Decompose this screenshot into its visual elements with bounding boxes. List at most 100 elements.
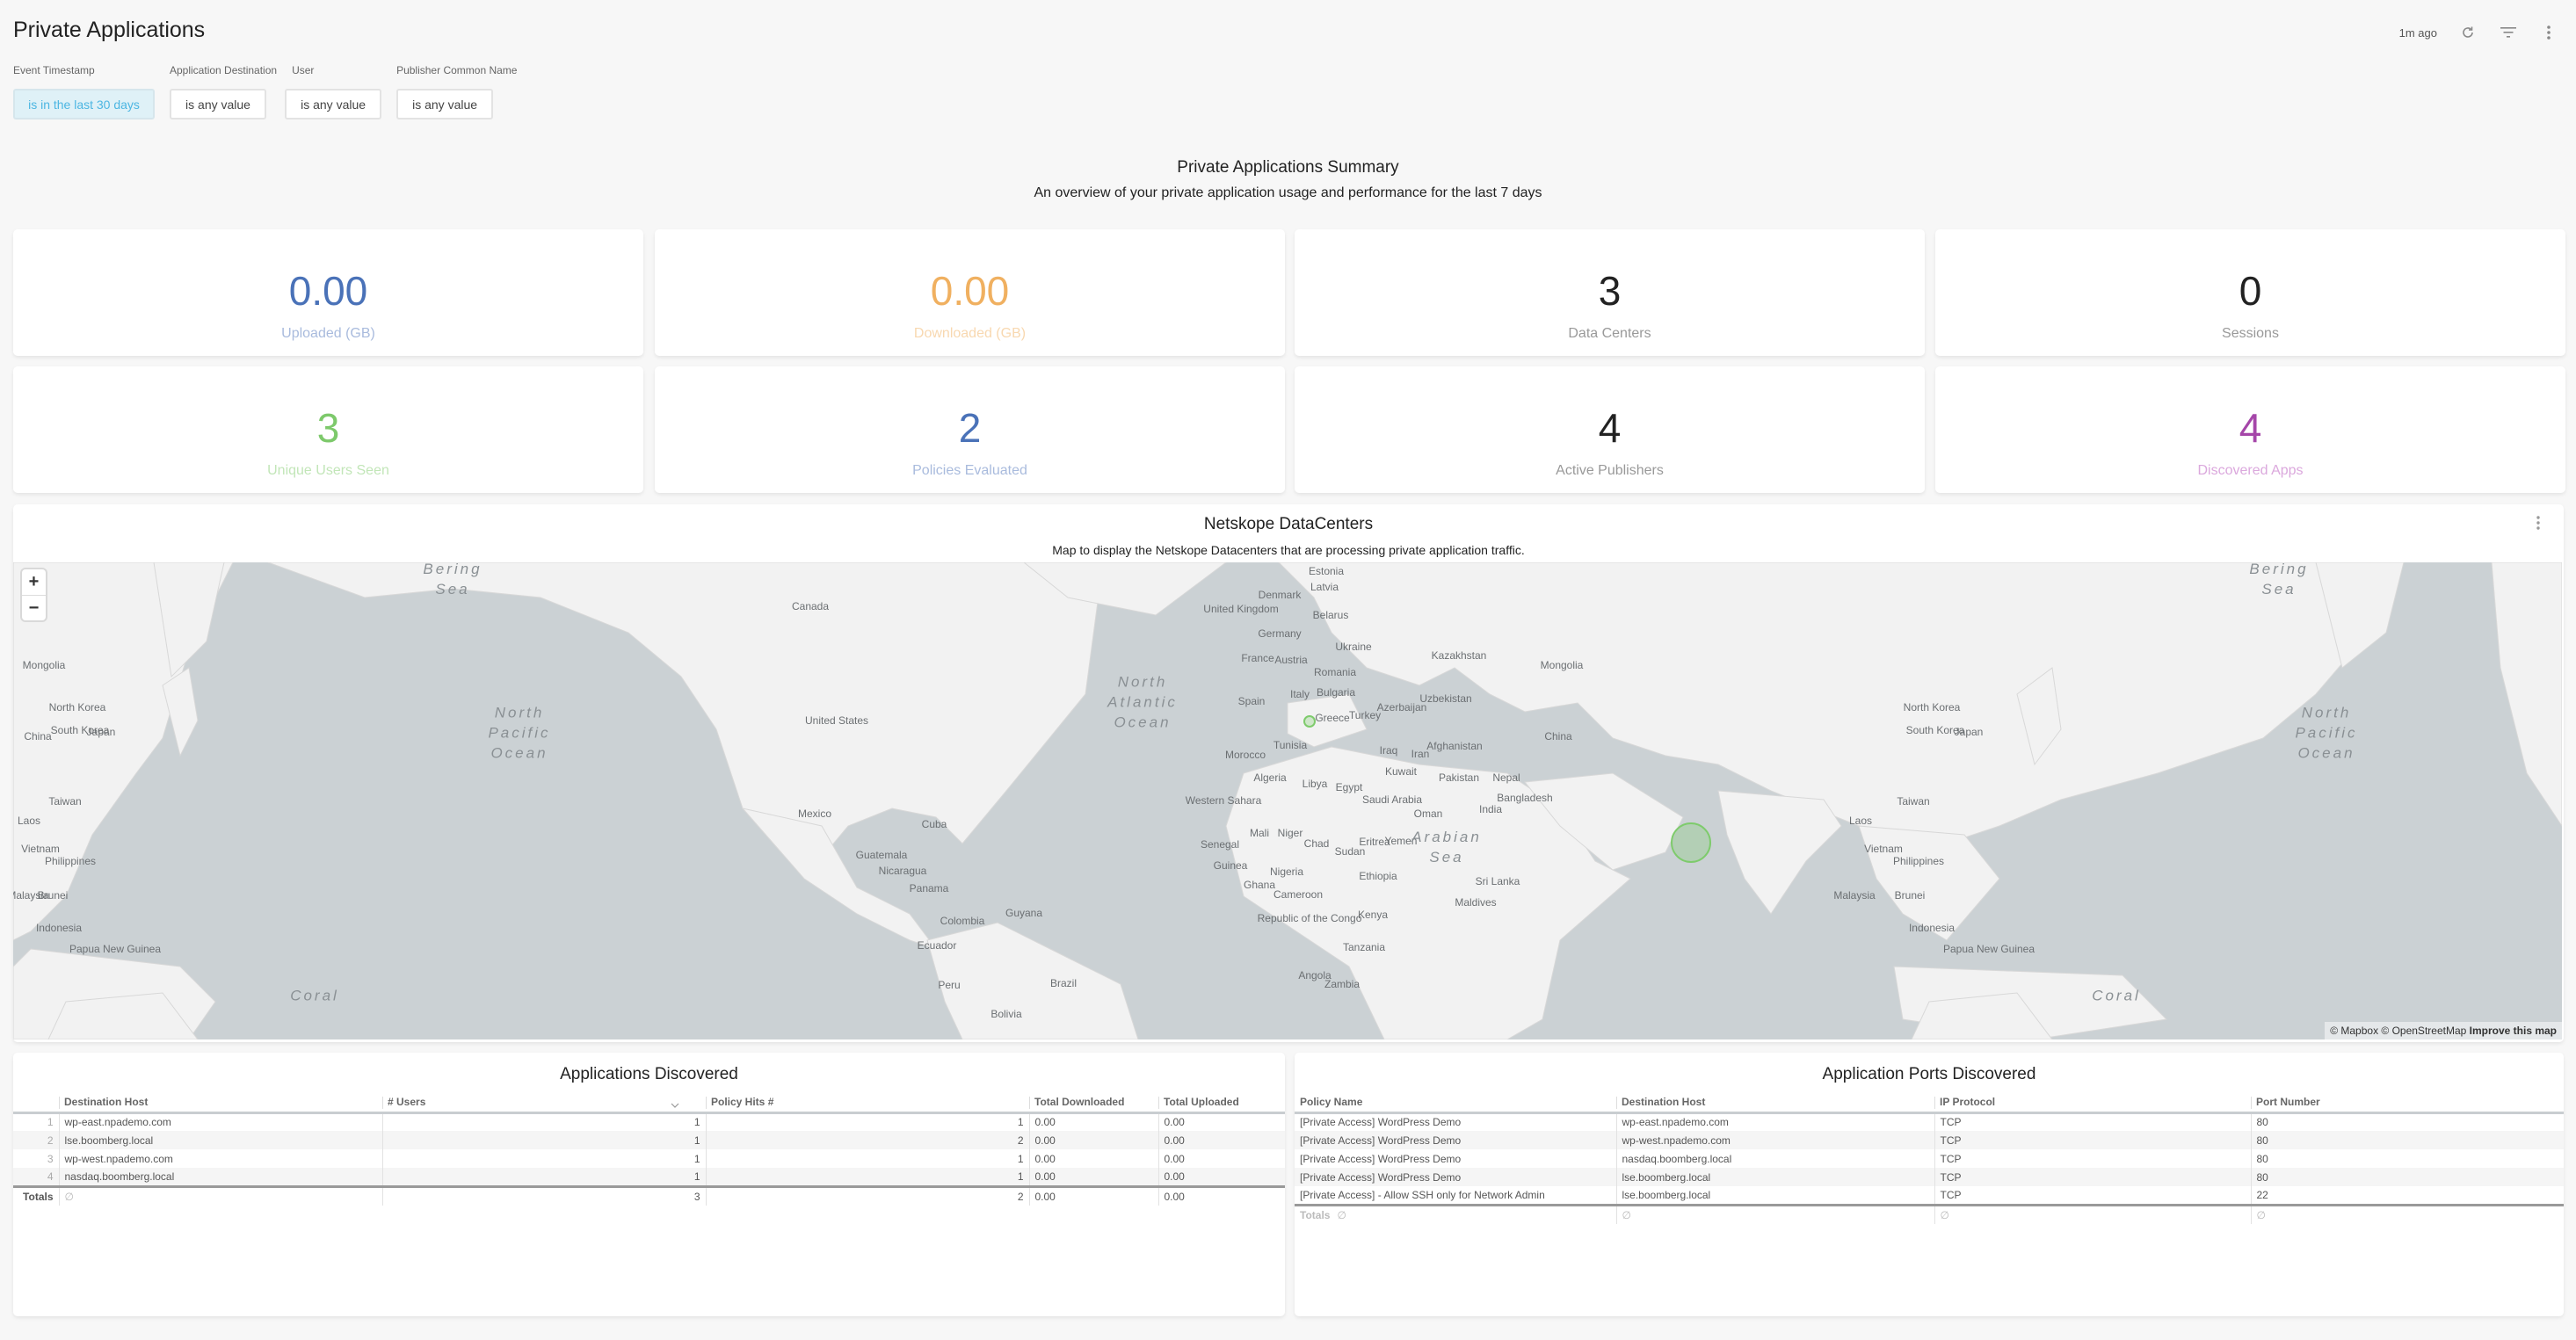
ports-table: Policy Name Destination Host IP Protocol… [1295,1093,2564,1224]
map-label-country: Cameroon [1273,887,1324,901]
row-index: 2 [13,1131,59,1149]
map-label-country: Brunei [1894,888,1926,902]
column-header-port-number[interactable]: Port Number [2251,1093,2564,1114]
map-label-country: Tunisia [1273,738,1308,751]
map-label-country: Bulgaria [1316,685,1356,699]
totals-total-downloaded: 0.00 [1028,1184,1158,1206]
kpi-value: 0.00 [930,268,1010,314]
column-header-total-downloaded[interactable]: Total Downloaded [1029,1093,1158,1114]
map-label-country: Saudi Arabia [1361,793,1423,806]
table-row[interactable]: [Private Access] WordPress Demo lse.boomb… [1295,1168,2564,1186]
more-vertical-icon[interactable] [2539,23,2558,42]
column-header-policy-name[interactable]: Policy Name [1295,1093,1616,1114]
more-vertical-icon[interactable] [2536,515,2546,536]
map-label-country: Taiwan [48,794,82,808]
land-north-america-east [2491,562,2562,827]
column-header-ip-protocol[interactable]: IP Protocol [1934,1093,2251,1114]
kpi-tile-data-centers[interactable]: 3 Data Centers [1295,229,1925,356]
map-label-country: Senegal [1200,837,1240,851]
table-row[interactable]: 4 nasdaq.boomberg.local 1 1 0.00 0.00 [13,1168,1285,1186]
kpi-tile-policies-evaluated[interactable]: 2 Policies Evaluated [655,366,1285,493]
map-label-country: Mexico [797,807,832,820]
column-header-users[interactable]: # Users [382,1093,706,1114]
map-label-country: Pakistan [1438,771,1480,784]
table-row[interactable]: [Private Access] - Allow SSH only for Ne… [1295,1186,2564,1205]
cell-total-downloaded: 0.00 [1028,1112,1158,1131]
map-label-country: Latvia [1310,580,1339,593]
ports-table-title: Application Ports Discovered [1822,1065,2036,1083]
kpi-label: Policies Evaluated [912,463,1027,478]
map-label-country: Denmark [1258,588,1302,601]
sort-descending-icon[interactable] [671,1098,679,1111]
cell-port-number: 22 [2250,1186,2564,1205]
dashboard-page: Private Applications 1m ago Event Timest… [0,0,2576,1340]
table-row[interactable]: [Private Access] WordPress Demo wp-west.n… [1295,1131,2564,1149]
totals-label: Totals [1300,1208,1331,1221]
column-header-destination-host[interactable]: Destination Host [1616,1093,1934,1114]
map-label-country: Panama [909,881,949,895]
filter-application-destination: Application Destination is any value [170,64,277,120]
map-label-country: Guyana [1005,906,1043,919]
column-header-total-uploaded[interactable]: Total Uploaded [1158,1093,1285,1114]
cell-total-downloaded: 0.00 [1028,1131,1158,1149]
kpi-tile-unique-users[interactable]: 3 Unique Users Seen [13,366,643,493]
table-row[interactable]: 3 wp-west.npademo.com 1 1 0.00 0.00 [13,1149,1285,1168]
cell-total-downloaded: 0.00 [1028,1168,1158,1186]
kpi-tile-uploaded[interactable]: 0.00 Uploaded (GB) [13,229,643,356]
table-row[interactable]: [Private Access] WordPress Demo wp-east.n… [1295,1112,2564,1131]
map-label-country: Philippines [44,854,97,867]
totals-port-number: ∅ [2250,1203,2564,1224]
kpi-tile-downloaded[interactable]: 0.00 Downloaded (GB) [655,229,1285,356]
applications-discovered-panel: Applications Discovered Destination Host… [13,1053,1285,1316]
map-label-country: Bolivia [990,1007,1022,1020]
map-label-country: Egypt [1335,780,1363,793]
datacenter-marker-spain[interactable] [1303,715,1316,728]
map-label-country: Mali [1249,826,1270,839]
filter-icon[interactable] [2499,23,2518,42]
filter-value-button[interactable]: is any value [170,89,266,120]
cell-total-uploaded: 0.00 [1157,1131,1285,1149]
table-row[interactable]: 2 lse.boomberg.local 1 2 0.00 0.00 [13,1131,1285,1149]
kpi-value: 4 [1598,405,1622,451]
filter-value-button[interactable]: is any value [285,89,382,120]
kpi-label: Discovered Apps [2197,463,2304,478]
map-label-country: Germany [1258,627,1302,640]
cell-destination-host: nasdaq.boomberg.local [58,1168,382,1186]
map-label-country: Italy [1289,687,1310,700]
map-panel-title: Netskope DataCenters [1203,515,1374,533]
totals-policy-hits: 2 [705,1184,1029,1206]
filter-user: User is any value [285,64,382,120]
last-updated: 1m ago [2398,25,2437,40]
kpi-tile-discovered-apps[interactable]: 4 Discovered Apps [1935,366,2565,493]
map-label-country: Japan [1954,725,1984,738]
map-label-country: Kuwait [1384,764,1418,778]
filter-value-button[interactable]: is in the last 30 days [13,89,155,120]
improve-map-link[interactable]: Improve this map [2470,1025,2557,1037]
map-label-country: Western Sahara [1185,793,1262,807]
map-label-country: Oman [1413,807,1443,820]
cell-destination-host: wp-west.npademo.com [58,1149,382,1168]
map-label-ocean: Arabian Sea [1411,829,1482,866]
zoom-out-button[interactable]: − [22,595,46,620]
map-label-country: Mongolia [1540,658,1584,671]
datacenter-marker-india[interactable] [1671,822,1711,863]
cell-destination-host: wp-east.npademo.com [1615,1112,1934,1131]
table-row[interactable]: [Private Access] WordPress Demo nasdaq.bo… [1295,1149,2564,1168]
zoom-in-button[interactable]: + [22,569,46,595]
filter-value-button[interactable]: is any value [396,89,494,120]
kpi-tile-active-publishers[interactable]: 4 Active Publishers [1295,366,1925,493]
world-map[interactable]: Canada United States Mexico Cuba Guatemala Ni… [13,562,2562,1039]
refresh-icon[interactable] [2458,23,2478,42]
column-header-destination-host[interactable]: Destination Host [59,1093,382,1114]
map-label-country: Ethiopia [1359,869,1397,882]
null-value: ∅ [1337,1208,1346,1221]
map-label-country: Zambia [1324,977,1361,990]
application-ports-panel: Application Ports Discovered Policy Name… [1295,1053,2564,1316]
cell-ip-protocol: TCP [1934,1112,2251,1131]
kpi-label: Active Publishers [1556,463,1664,478]
cell-ip-protocol: TCP [1934,1186,2251,1205]
kpi-tile-sessions[interactable]: 0 Sessions [1935,229,2565,356]
kpi-value: 3 [316,405,340,451]
column-header-policy-hits[interactable]: Policy Hits # [706,1093,1029,1114]
table-row[interactable]: 1 wp-east.npademo.com 1 1 0.00 0.00 [13,1112,1285,1131]
